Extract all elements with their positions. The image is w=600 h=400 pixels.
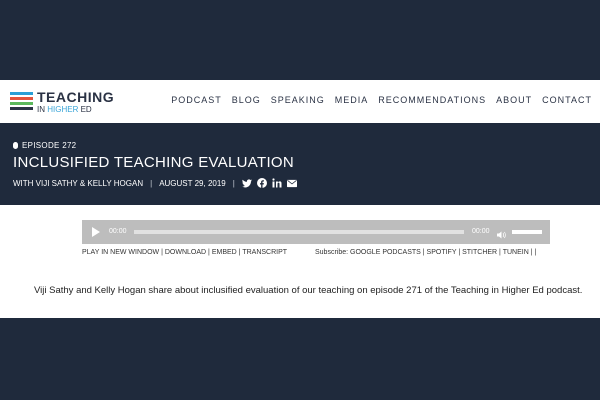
nav-speaking[interactable]: SPEAKING	[271, 95, 325, 105]
episode-number: EPISODE 272	[22, 141, 77, 150]
episode-label: EPISODE 272	[13, 141, 76, 150]
twitter-icon[interactable]	[241, 178, 252, 188]
microphone-icon	[13, 142, 18, 149]
subscribe-links: Subscribe: GOOGLE PODCASTS | SPOTIFY | S…	[315, 249, 537, 256]
spotify-link[interactable]: SPOTIFY	[427, 249, 457, 256]
embed-link[interactable]: EMBED	[212, 249, 237, 256]
linkedin-icon[interactable]	[272, 178, 282, 188]
logo-stripes	[10, 92, 33, 112]
facebook-icon[interactable]	[256, 178, 267, 188]
duration-time: 00:00	[472, 228, 490, 235]
share-icons	[241, 178, 297, 188]
nav-podcast[interactable]: PODCAST	[171, 95, 222, 105]
current-time: 00:00	[109, 228, 127, 235]
bottom-dark-band	[0, 318, 600, 400]
nav-blog[interactable]: BLOG	[232, 95, 261, 105]
email-icon[interactable]	[286, 178, 297, 188]
tunein-link[interactable]: TUNEIN	[503, 249, 529, 256]
play-icon[interactable]	[92, 227, 100, 237]
meta-divider: |	[150, 178, 153, 188]
volume-icon[interactable]	[496, 227, 506, 239]
logo-sub-highlight: HIGHER	[47, 105, 79, 114]
nav-about[interactable]: ABOUT	[496, 95, 532, 105]
nav-recommendations[interactable]: RECOMMENDATIONS	[378, 95, 486, 105]
episode-date: AUGUST 29, 2019	[159, 178, 226, 188]
transcript-link[interactable]: TRANSCRIPT	[242, 249, 287, 256]
player-links: PLAY IN NEW WINDOW | DOWNLOAD | EMBED | …	[82, 249, 288, 256]
stitcher-link[interactable]: STITCHER	[462, 249, 497, 256]
episode-description: Viji Sathy and Kelly Hogan share about i…	[34, 285, 583, 296]
site-logo[interactable]: TEACHING IN HIGHER ED	[10, 90, 120, 116]
play-in-new-window-link[interactable]: PLAY IN NEW WINDOW	[82, 249, 159, 256]
google-podcasts-link[interactable]: GOOGLE PODCASTS	[350, 249, 421, 256]
logo-sub-prefix: IN	[37, 105, 45, 114]
episode-meta: WITH VIJI SATHY & KELLY HOGAN | AUGUST 2…	[13, 178, 297, 188]
meta-divider: |	[232, 178, 235, 188]
download-link[interactable]: DOWNLOAD	[165, 249, 206, 256]
episode-content: 00:00 00:00 PLAY IN NEW WINDOW | DOWNLOA…	[0, 205, 600, 318]
episode-hero: EPISODE 272 INCLUSIFIED TEACHING EVALUAT…	[0, 123, 600, 205]
volume-slider[interactable]	[512, 230, 542, 234]
audio-player: 00:00 00:00	[82, 220, 550, 244]
logo-sub-suffix: ED	[80, 105, 92, 114]
main-nav: PODCAST BLOG SPEAKING MEDIA RECOMMENDATI…	[171, 95, 592, 105]
top-dark-band	[0, 0, 600, 80]
nav-contact[interactable]: CONTACT	[542, 95, 592, 105]
progress-track[interactable]	[134, 230, 464, 234]
subscribe-label: Subscribe:	[315, 249, 349, 256]
logo-text: TEACHING	[37, 89, 115, 105]
nav-media[interactable]: MEDIA	[335, 95, 369, 105]
episode-guests: WITH VIJI SATHY & KELLY HOGAN	[13, 178, 144, 188]
site-header: TEACHING IN HIGHER ED PODCAST BLOG SPEAK…	[0, 80, 600, 123]
logo-subtext: IN HIGHER ED	[37, 105, 92, 114]
episode-title: INCLUSIFIED TEACHING EVALUATION	[13, 154, 295, 171]
